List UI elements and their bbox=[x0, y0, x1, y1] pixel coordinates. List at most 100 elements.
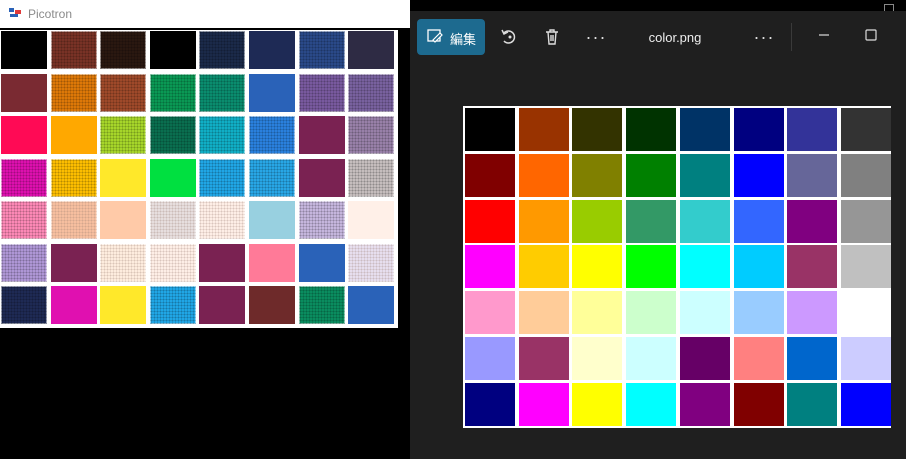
image-color-swatch bbox=[733, 291, 784, 335]
delete-button[interactable] bbox=[534, 19, 570, 55]
palette-swatch bbox=[348, 201, 395, 239]
edit-image-icon bbox=[427, 28, 443, 47]
palette-swatch bbox=[1, 73, 47, 112]
file-name: color.png bbox=[648, 30, 702, 45]
minimize-button[interactable] bbox=[806, 19, 842, 55]
image-color-swatch bbox=[518, 337, 569, 380]
image-color-swatch bbox=[465, 382, 515, 426]
palette-swatch bbox=[249, 31, 295, 69]
palette-swatch bbox=[100, 31, 147, 69]
image-color-swatch bbox=[787, 153, 838, 197]
palette-swatch bbox=[50, 31, 97, 69]
palette-swatch bbox=[100, 116, 147, 154]
image-color-swatch bbox=[572, 382, 623, 426]
picotron-maximize-edge bbox=[884, 4, 894, 11]
maximize-button[interactable] bbox=[853, 19, 889, 55]
palette-swatch bbox=[348, 73, 395, 112]
image-color-swatch bbox=[679, 337, 730, 380]
palette-swatch bbox=[298, 243, 345, 282]
palette-swatch bbox=[249, 286, 295, 324]
image-color-swatch bbox=[518, 153, 569, 197]
palette-swatch bbox=[1, 31, 47, 69]
image-color-swatch bbox=[518, 108, 569, 151]
image-color-swatch bbox=[518, 199, 569, 243]
palette-swatch bbox=[298, 31, 345, 69]
image-color-swatch bbox=[840, 291, 891, 335]
palette-swatch bbox=[199, 73, 246, 112]
palette-swatch bbox=[50, 158, 97, 197]
image-color-swatch bbox=[840, 153, 891, 197]
more-options-button[interactable]: ··· bbox=[578, 19, 614, 55]
palette-swatch bbox=[100, 201, 147, 239]
edit-button-label: 編集 bbox=[450, 32, 477, 47]
palette-swatch bbox=[249, 243, 295, 282]
palette-swatch bbox=[298, 158, 345, 197]
palette-swatch bbox=[1, 243, 47, 282]
palette-swatch bbox=[348, 286, 395, 324]
palette-swatch bbox=[100, 286, 147, 324]
picotron-titlebar: Picotron bbox=[0, 0, 410, 28]
palette-swatch bbox=[199, 116, 246, 154]
image-color-swatch bbox=[572, 199, 623, 243]
image-color-swatch bbox=[840, 199, 891, 243]
image-color-swatch bbox=[626, 199, 677, 243]
palette-swatch bbox=[298, 116, 345, 154]
palette-swatch bbox=[100, 158, 147, 197]
palette-swatch bbox=[199, 243, 246, 282]
palette-swatch bbox=[348, 116, 395, 154]
image-color-swatch bbox=[572, 153, 623, 197]
palette-swatch bbox=[50, 201, 97, 239]
picotron-canvas[interactable] bbox=[0, 28, 410, 459]
image-color-swatch bbox=[733, 153, 784, 197]
image-color-swatch bbox=[465, 199, 515, 243]
palette-swatch bbox=[348, 158, 395, 197]
image-color-swatch bbox=[626, 291, 677, 335]
palette-swatch bbox=[149, 158, 196, 197]
image-color-swatch bbox=[518, 245, 569, 289]
image-color-swatch bbox=[572, 291, 623, 335]
palette-swatch bbox=[249, 158, 295, 197]
palette-swatch bbox=[149, 286, 196, 324]
palette-swatch bbox=[50, 116, 97, 154]
image-color-swatch bbox=[840, 337, 891, 380]
image-color-swatch bbox=[787, 199, 838, 243]
image-color-swatch bbox=[787, 108, 838, 151]
palette-swatch bbox=[199, 158, 246, 197]
see-more-button[interactable]: ··· bbox=[746, 19, 782, 55]
palette-swatch bbox=[199, 31, 246, 69]
palette-swatch bbox=[1, 116, 47, 154]
image-color-swatch bbox=[465, 337, 515, 380]
palette-swatch bbox=[249, 116, 295, 154]
palette-swatch bbox=[199, 286, 246, 324]
image-color-swatch bbox=[518, 382, 569, 426]
displayed-image-color-grid bbox=[463, 106, 891, 428]
image-color-swatch bbox=[679, 245, 730, 289]
palette-swatch bbox=[149, 116, 196, 154]
image-color-swatch bbox=[572, 245, 623, 289]
palette-swatch bbox=[50, 243, 97, 282]
palette-swatch bbox=[149, 243, 196, 282]
image-color-swatch bbox=[733, 108, 784, 151]
minimize-icon bbox=[819, 34, 829, 36]
image-color-swatch bbox=[733, 245, 784, 289]
image-color-swatch bbox=[465, 291, 515, 335]
image-color-swatch bbox=[626, 153, 677, 197]
rotate-button[interactable] bbox=[491, 19, 527, 55]
image-color-swatch bbox=[733, 382, 784, 426]
palette-swatch bbox=[348, 243, 395, 282]
image-color-swatch bbox=[465, 108, 515, 151]
edit-button[interactable]: 編集 bbox=[417, 19, 485, 55]
palette-swatch bbox=[249, 73, 295, 112]
image-color-swatch bbox=[518, 291, 569, 335]
photos-toolbar: 編集 ··· color.png ··· bbox=[410, 11, 906, 63]
image-color-swatch bbox=[787, 291, 838, 335]
palette-swatch bbox=[1, 286, 47, 324]
image-color-swatch bbox=[465, 245, 515, 289]
image-color-swatch bbox=[840, 108, 891, 151]
trash-icon bbox=[546, 29, 558, 45]
image-color-swatch bbox=[679, 108, 730, 151]
palette-swatch bbox=[50, 73, 97, 112]
image-color-swatch bbox=[572, 337, 623, 380]
palette-swatch bbox=[149, 201, 196, 239]
image-color-swatch bbox=[787, 337, 838, 380]
